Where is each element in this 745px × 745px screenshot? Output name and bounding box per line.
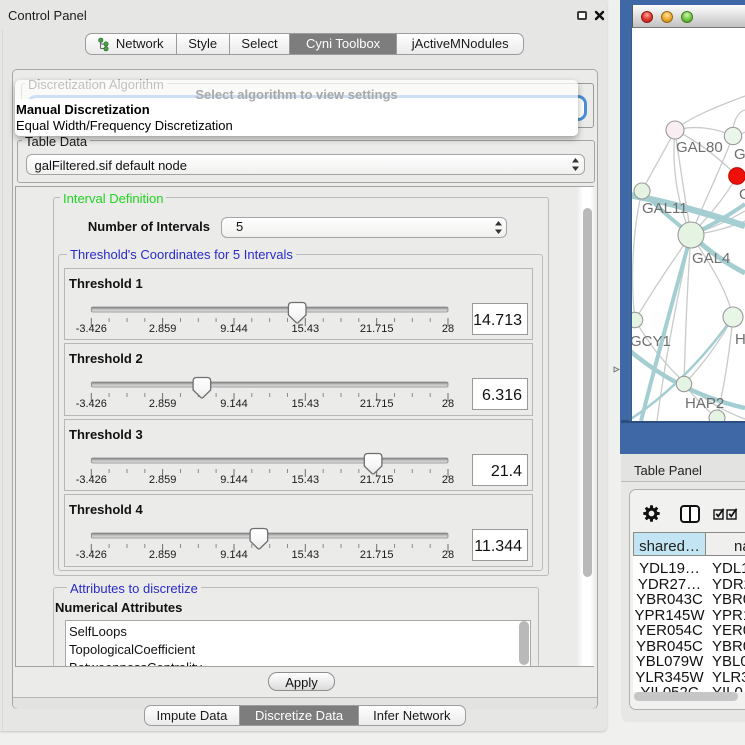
svg-text:GAL11: GAL11 (642, 200, 688, 217)
svg-text:H: H (735, 331, 745, 348)
svg-text:HAP2: HAP2 (685, 395, 724, 412)
svg-text:GCY1: GCY1 (630, 333, 671, 350)
svg-text:GAL80: GAL80 (676, 139, 723, 156)
svg-text:G: G (739, 186, 745, 203)
svg-text:GAL4: GAL4 (692, 250, 730, 267)
svg-text:GA: GA (734, 146, 745, 163)
